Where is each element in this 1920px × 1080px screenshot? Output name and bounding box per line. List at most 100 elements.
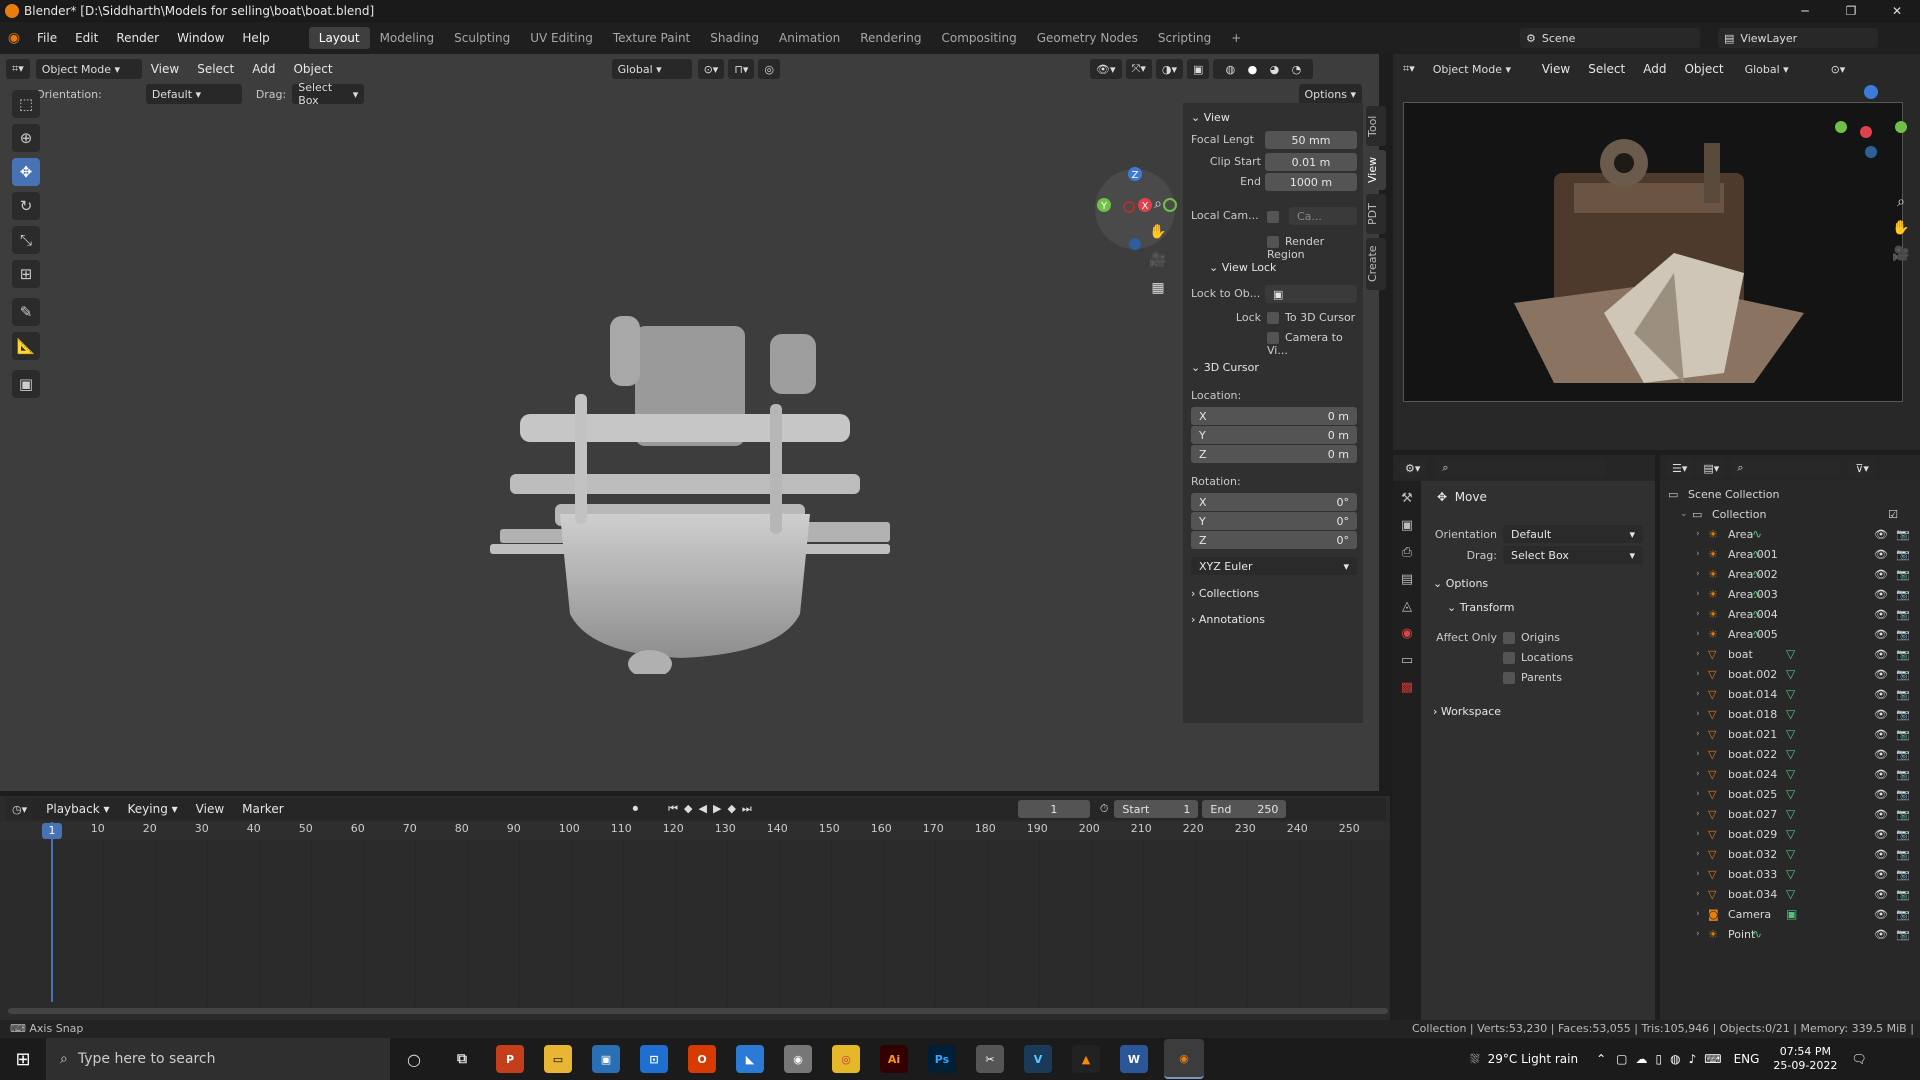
mesh-data-icon[interactable]: ▽ xyxy=(1786,647,1795,661)
volume-icon[interactable]: ♪ xyxy=(1689,1052,1697,1066)
outliner-item[interactable]: › ▽ boat ▽ 👁 📷 xyxy=(1696,644,1918,664)
clip-start-field[interactable]: 0.01 m xyxy=(1265,153,1357,171)
clip-end-field[interactable]: 1000 m xyxy=(1265,173,1357,191)
light-data-icon[interactable]: ∿ xyxy=(1752,567,1762,581)
outliner-item[interactable]: › ▽ boat.027 ▽ 👁 📷 xyxy=(1696,804,1918,824)
mesh-data-icon[interactable]: ▽ xyxy=(1786,847,1795,861)
cursor-rotation-z[interactable]: Z 0° xyxy=(1191,531,1357,549)
cursor-location-x[interactable]: X0 m xyxy=(1191,407,1357,425)
camera-pan-icon[interactable]: ✋ xyxy=(1891,220,1911,236)
timeline-scrollbar[interactable] xyxy=(8,1008,1388,1014)
visibility-eye-icon[interactable]: 👁 xyxy=(1874,888,1888,901)
visibility-eye-icon[interactable]: 👁 xyxy=(1874,608,1888,621)
render-camera-icon[interactable]: 📷 xyxy=(1896,608,1910,621)
visibility-eye-icon[interactable]: 👁 xyxy=(1874,748,1888,761)
play-icon[interactable]: ▶ xyxy=(713,802,727,815)
weather-icon[interactable]: ⛆ xyxy=(1470,1052,1480,1067)
expand-arrow-icon[interactable]: › xyxy=(1696,769,1708,779)
mesh-data-icon[interactable]: ▽ xyxy=(1786,787,1795,801)
mesh-data-icon[interactable]: ▽ xyxy=(1786,807,1795,821)
menu-help[interactable]: Help xyxy=(233,31,278,45)
tab-scripting[interactable]: Scripting xyxy=(1148,27,1221,49)
affect-origins-toggle[interactable]: Origins xyxy=(1503,631,1560,644)
powerpoint-icon[interactable]: P xyxy=(496,1045,524,1073)
properties-orientation-dropdown[interactable]: Default ▾ xyxy=(1503,525,1643,543)
notification-icon[interactable]: 🗨 xyxy=(1851,1052,1866,1066)
close-button[interactable]: ✕ xyxy=(1874,0,1920,22)
render-camera-icon[interactable]: 📷 xyxy=(1896,548,1910,561)
outliner-item[interactable]: › ▽ boat.033 ▽ 👁 📷 xyxy=(1696,864,1918,884)
viewport-menu-select[interactable]: Select xyxy=(188,62,243,76)
camera-data-icon[interactable]: ▣ xyxy=(1786,907,1797,921)
editor-type-icon[interactable]: ⌗▾ xyxy=(6,59,30,79)
outliner-item[interactable]: › ☀ Area.003 ∿ 👁 📷 xyxy=(1696,584,1918,604)
visibility-eye-icon[interactable]: 👁 xyxy=(1874,588,1888,601)
marker-menu[interactable]: Marker xyxy=(233,802,292,816)
render-camera-icon[interactable]: 📷 xyxy=(1896,588,1910,601)
expand-arrow-icon[interactable]: › xyxy=(1696,809,1708,819)
clock[interactable]: 07:54 PM 25-09-2022 xyxy=(1773,1045,1837,1073)
mesh-data-icon[interactable]: ▽ xyxy=(1786,887,1795,901)
expand-arrow-icon[interactable]: › xyxy=(1696,829,1708,839)
lock-to-3d-cursor-toggle[interactable]: To 3D Cursor xyxy=(1267,311,1355,324)
outliner-collection[interactable]: ⌄ ▭ Collection ☑ xyxy=(1680,504,1918,524)
pan-hand-icon[interactable]: ✋ xyxy=(1148,224,1168,240)
transform-orientation-selector[interactable]: Global ▾ xyxy=(611,59,692,79)
local-camera-field[interactable]: Ca... xyxy=(1289,207,1357,225)
collection-tab-icon[interactable]: ▭ xyxy=(1393,653,1421,668)
outliner-item[interactable]: › ▽ boat.025 ▽ 👁 📷 xyxy=(1696,784,1918,804)
camera-to-view-toggle[interactable]: Camera to Vi... xyxy=(1267,331,1363,357)
file-explorer-icon[interactable]: ▭ xyxy=(544,1045,572,1073)
expand-arrow-icon[interactable]: › xyxy=(1696,729,1708,739)
camera-mode-selector[interactable]: Object Mode ▾ xyxy=(1426,59,1533,79)
menu-file[interactable]: File xyxy=(28,31,66,45)
mesh-data-icon[interactable]: ▽ xyxy=(1786,687,1795,701)
menu-window[interactable]: Window xyxy=(168,31,233,45)
collection-checkbox[interactable]: ☑ xyxy=(1888,508,1898,521)
playhead[interactable] xyxy=(51,822,53,1002)
camera-menu-select[interactable]: Select xyxy=(1579,62,1634,76)
render-camera-icon[interactable]: 📷 xyxy=(1896,668,1910,681)
battery-icon[interactable]: ▯ xyxy=(1655,1052,1662,1066)
visibility-eye-icon[interactable]: 👁 xyxy=(1874,848,1888,861)
snap-icon[interactable]: ⊓▾ xyxy=(728,59,755,79)
windows-start-icon[interactable]: ⊞ xyxy=(0,1049,46,1070)
expand-arrow-icon[interactable]: › xyxy=(1696,709,1708,719)
next-keyframe-icon[interactable]: ◆ xyxy=(727,802,741,815)
render-camera-icon[interactable]: 📷 xyxy=(1896,868,1910,881)
add-cube-tool-icon[interactable]: ▣ xyxy=(12,370,40,398)
pivot-icon[interactable]: ⊙▾ xyxy=(1824,59,1852,79)
overlay-icon[interactable]: ◑▾ xyxy=(1155,59,1183,79)
mesh-data-icon[interactable]: ▽ xyxy=(1786,727,1795,741)
visibility-icon[interactable]: 👁▾ xyxy=(1090,59,1122,79)
cursor-rotation-x[interactable]: X 0° xyxy=(1191,493,1357,511)
camera-viewport[interactable]: ⌗▾ Object Mode ▾ View Select Add Object … xyxy=(1393,54,1920,450)
light-data-icon[interactable]: ∿ xyxy=(1752,527,1762,541)
mesh-data-icon[interactable]: ▽ xyxy=(1786,767,1795,781)
task-view-icon[interactable]: ⧉ xyxy=(448,1045,476,1073)
tab-compositing[interactable]: Compositing xyxy=(931,27,1026,49)
outliner-scene-collection[interactable]: ▭ Scene Collection xyxy=(1668,484,1918,504)
properties-drag-dropdown[interactable]: Select Box ▾ xyxy=(1503,546,1643,564)
maximize-button[interactable]: ❐ xyxy=(1828,0,1874,22)
app-icon[interactable]: ◣ xyxy=(736,1045,764,1073)
outliner-item[interactable]: › ▽ boat.034 ▽ 👁 📷 xyxy=(1696,884,1918,904)
light-data-icon[interactable]: ∿ xyxy=(1752,607,1762,621)
outliner-item[interactable]: › ☀ Area ∿ 👁 📷 xyxy=(1696,524,1918,544)
menu-render[interactable]: Render xyxy=(107,31,168,45)
expand-arrow-icon[interactable]: › xyxy=(1696,749,1708,759)
camera-zoom-icon[interactable]: ⌕ xyxy=(1891,194,1911,210)
render-camera-icon[interactable]: 📷 xyxy=(1896,688,1910,701)
texture-tab-icon[interactable]: ▩ xyxy=(1393,680,1421,695)
render-camera-icon[interactable]: 📷 xyxy=(1896,808,1910,821)
expand-arrow-icon[interactable]: › xyxy=(1696,889,1708,899)
visibility-eye-icon[interactable]: 👁 xyxy=(1874,668,1888,681)
local-camera-checkbox[interactable] xyxy=(1267,211,1279,223)
expand-arrow-icon[interactable]: › xyxy=(1696,669,1708,679)
playback-menu[interactable]: Playback ▾ xyxy=(37,802,118,816)
outliner-item[interactable]: › ☀ Area.004 ∿ 👁 📷 xyxy=(1696,604,1918,624)
mode-selector[interactable]: Object Mode ▾ xyxy=(35,59,142,79)
expand-arrow-icon[interactable]: › xyxy=(1696,529,1708,539)
tab-view[interactable]: View xyxy=(1366,150,1386,190)
camera-toggle-icon[interactable]: 🎥 xyxy=(1891,246,1911,262)
